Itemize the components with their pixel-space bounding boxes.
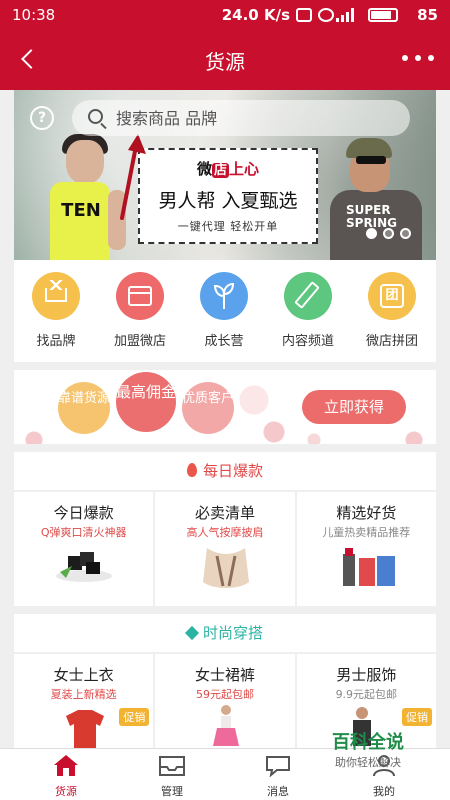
bubble-reliable-source: 靠谱货源 <box>58 382 110 434</box>
bubble-quality-customers: 优质客户 <box>182 382 234 434</box>
more-options-icon[interactable] <box>402 48 434 68</box>
quick-label: 找品牌 <box>36 334 76 349</box>
search-icon <box>88 109 103 124</box>
promo-subline: 一键代理 轻松开单 <box>177 220 279 233</box>
inbox-icon <box>159 756 185 776</box>
watermark: 百科全说 助你轻松解决 <box>332 732 404 769</box>
quick-label: 成长营 <box>204 334 244 349</box>
jelly-product-image <box>56 552 112 582</box>
crown-icon <box>32 272 80 320</box>
model-right-cap <box>346 138 392 158</box>
sprout-icon <box>200 272 248 320</box>
nav-source[interactable]: 货源 <box>26 753 106 799</box>
recruit-banner[interactable]: 靠谱货源 最高佣金 优质客户 立即获得 <box>14 370 436 444</box>
group-icon: 团 <box>368 272 416 320</box>
banner-promo-card: 微店上心 男人帮 入夏甄选 一键代理 轻松开单 <box>138 148 318 244</box>
kids-products-image <box>342 548 395 586</box>
card-today-hot[interactable]: 今日爆款 Q弹爽口清火神器 <box>14 492 154 606</box>
massage-shawl-image <box>203 548 250 588</box>
quick-entry-grid: 找品牌 加盟微店 成长营 内容频道 团 微店拼团 <box>14 260 436 362</box>
shop-icon <box>116 272 164 320</box>
pencil-icon <box>284 272 332 320</box>
banner-dot[interactable] <box>400 228 411 239</box>
annotation-arrow-icon <box>120 134 146 220</box>
promo-tag: 促销 <box>401 708 432 726</box>
status-time: 10:38 <box>12 6 56 24</box>
model-left-shirt <box>50 182 110 260</box>
message-icon <box>266 756 290 778</box>
quick-group-buy[interactable]: 团 微店拼团 <box>350 272 434 349</box>
alarm-icon <box>318 8 334 22</box>
quick-find-brand[interactable]: 找品牌 <box>14 272 98 349</box>
quick-label: 加盟微店 <box>113 334 166 349</box>
banner-pagination <box>366 228 411 239</box>
banner-dot[interactable] <box>366 228 377 239</box>
nav-messages[interactable]: 消息 <box>238 753 318 799</box>
model-right-sunglasses <box>356 156 386 164</box>
flame-icon <box>186 463 197 477</box>
section-header-fashion: 时尚穿搭 <box>14 614 436 652</box>
nav-manage[interactable]: 管理 <box>132 753 212 799</box>
promo-headline: 男人帮 入夏甄选 <box>158 190 298 212</box>
red-top-image <box>66 710 104 748</box>
battery-level: 85 <box>417 6 438 24</box>
search-input[interactable] <box>116 106 396 130</box>
card-selected-goods[interactable]: 精选好货 儿童热卖精品推荐 <box>296 492 436 606</box>
promo-logo: 微店上心 <box>196 160 260 178</box>
section-header-daily: 每日爆款 <box>14 452 436 490</box>
card-must-sell[interactable]: 必卖清单 高人气按摩披肩 <box>155 492 295 606</box>
app-header: 货源 <box>0 30 450 90</box>
quick-growth-camp[interactable]: 成长营 <box>182 272 266 349</box>
bubble-highest-commission: 最高佣金 <box>116 372 176 432</box>
heart-icon <box>184 625 200 641</box>
quick-label: 内容频道 <box>281 334 334 349</box>
status-bar: 10:38 24.0 K/s 85 <box>0 0 450 30</box>
search-bar[interactable] <box>72 100 410 136</box>
quick-label: 微店拼团 <box>365 334 418 349</box>
battery-icon <box>368 8 398 22</box>
skirt-model-image <box>213 705 240 746</box>
get-now-button[interactable]: 立即获得 <box>302 390 406 424</box>
vibrate-icon <box>296 8 312 22</box>
banner-dot[interactable] <box>383 228 394 239</box>
signal-icon <box>336 8 358 22</box>
model-left-face <box>66 140 104 184</box>
page-title: 货源 <box>205 50 245 74</box>
home-icon <box>54 755 78 776</box>
model-left-shirt-text: TEN <box>61 200 101 221</box>
promo-tag: 促销 <box>119 708 150 726</box>
network-speed: 24.0 K/s <box>221 6 290 24</box>
daily-cards: 今日爆款 Q弹爽口清火神器 必卖清单 高人气按摩披肩 精选好货 儿童热卖精品推荐 <box>14 492 436 606</box>
quick-join-shop[interactable]: 加盟微店 <box>98 272 182 349</box>
model-right-shirt-text: SUPER SPRING <box>346 203 398 230</box>
quick-content-channel[interactable]: 内容频道 <box>266 272 350 349</box>
help-icon[interactable]: ? <box>30 106 54 130</box>
